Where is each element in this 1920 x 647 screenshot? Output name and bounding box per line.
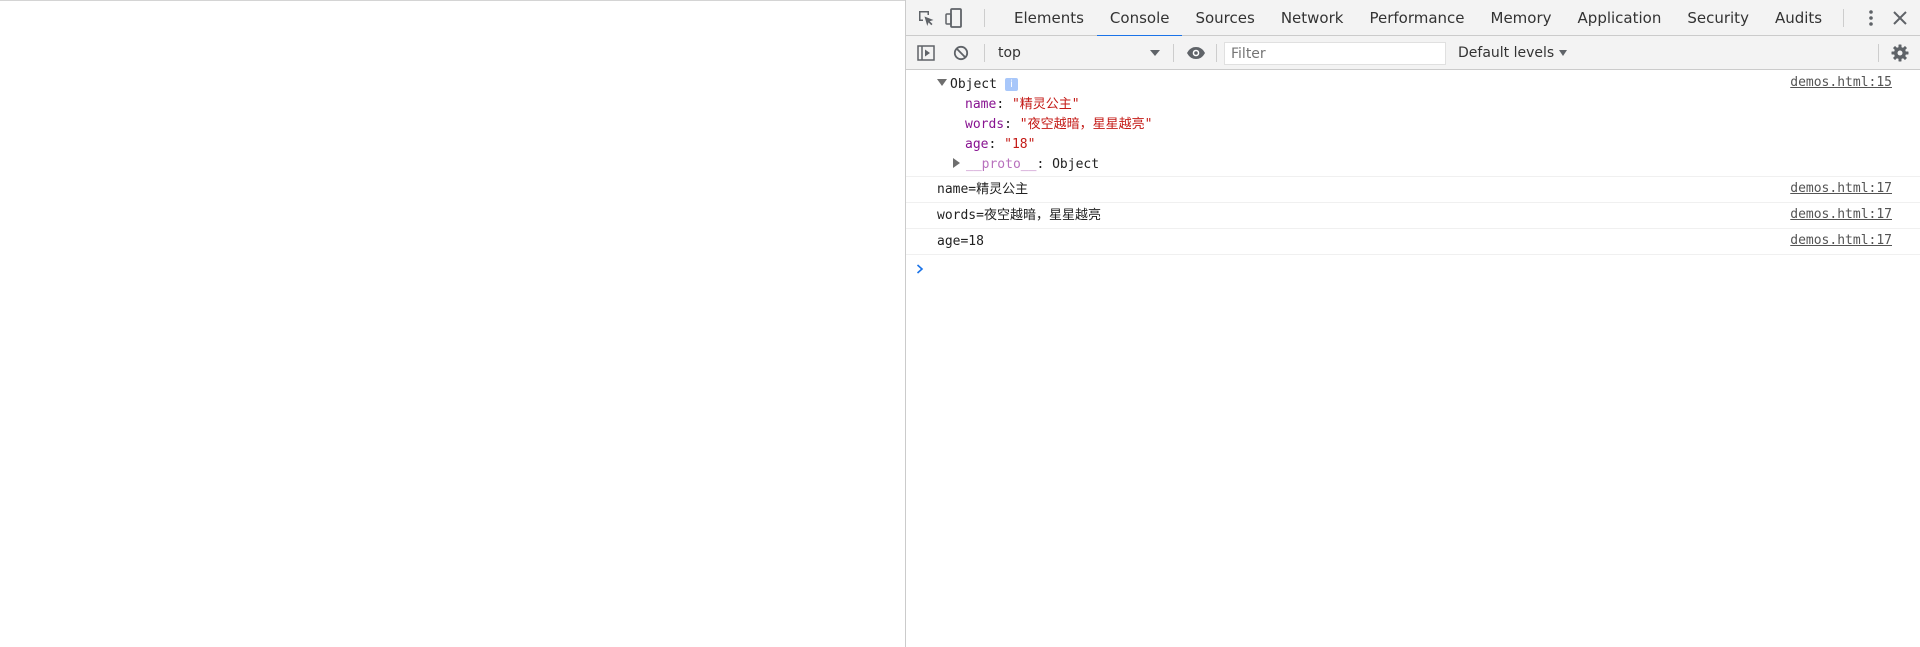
filter-input[interactable] xyxy=(1224,42,1446,65)
source-link[interactable]: demos.html:15 xyxy=(1790,75,1892,90)
eye-icon xyxy=(1187,47,1205,59)
object-property: age: "18" xyxy=(965,137,1036,152)
property-value: "精灵公主" xyxy=(1011,97,1080,112)
clear-icon xyxy=(953,45,969,61)
tab-application[interactable]: Application xyxy=(1565,0,1675,36)
clear-console-button[interactable] xyxy=(949,41,973,65)
object-label: Object xyxy=(950,77,997,92)
device-toolbar-button[interactable] xyxy=(942,6,966,30)
console-message-object: Object i name: "精灵公主" words: "夜空越暗，星星越亮" … xyxy=(906,71,1920,177)
devtools-panel: Elements Console Sources Network Perform… xyxy=(905,0,1920,647)
console-message: name=精灵公主 demos.html:17 xyxy=(906,177,1920,203)
tab-memory[interactable]: Memory xyxy=(1478,0,1565,36)
tab-console[interactable]: Console xyxy=(1096,0,1183,37)
tab-elements[interactable]: Elements xyxy=(1001,0,1097,36)
console-messages: Object i name: "精灵公主" words: "夜空越暗，星星越亮" … xyxy=(906,71,1920,283)
tab-audits[interactable]: Audits xyxy=(1762,0,1835,36)
tab-sources[interactable]: Sources xyxy=(1182,0,1267,36)
log-levels-dropdown[interactable]: Default levels xyxy=(1458,42,1568,64)
sidebar-toggle-icon xyxy=(917,45,935,61)
toolbar-separator xyxy=(1878,44,1879,62)
expand-arrow-right-icon xyxy=(953,158,960,168)
proto-key: __proto__ xyxy=(966,157,1037,172)
console-toolbar: top Default levels xyxy=(906,36,1920,70)
toolbar-separator xyxy=(984,44,985,62)
console-message: words=夜空越暗，星星越亮 demos.html:17 xyxy=(906,203,1920,229)
prompt-chevron-icon xyxy=(916,264,924,274)
console-prompt[interactable] xyxy=(916,257,936,281)
proto-value: Object xyxy=(1052,157,1100,172)
live-expression-button[interactable] xyxy=(1184,41,1208,65)
close-devtools-button[interactable] xyxy=(1888,6,1912,30)
toolbar-separator xyxy=(1173,44,1174,62)
show-sidebar-button[interactable] xyxy=(914,41,938,65)
property-key: name xyxy=(965,97,997,112)
console-message: age=18 demos.html:17 xyxy=(906,229,1920,255)
customize-devtools-button[interactable] xyxy=(1859,6,1883,30)
devtools-tabbar: Elements Console Sources Network Perform… xyxy=(906,0,1920,37)
source-link[interactable]: demos.html:17 xyxy=(1790,207,1892,222)
info-icon[interactable]: i xyxy=(1004,78,1018,91)
object-tree-root[interactable]: Object i xyxy=(937,75,1018,95)
object-property: name: "精灵公主" xyxy=(965,97,1080,112)
tabbar-separator xyxy=(984,9,985,27)
property-key: words xyxy=(965,117,1005,132)
inspect-icon xyxy=(919,11,934,26)
object-property: words: "夜空越暗，星星越亮" xyxy=(965,117,1153,132)
inspect-element-button[interactable] xyxy=(914,6,938,30)
panel-tabs: Elements Console Sources Network Perform… xyxy=(1001,0,1835,37)
tab-security[interactable]: Security xyxy=(1674,0,1762,36)
expand-arrow-down-icon xyxy=(937,79,947,86)
message-text: words=夜空越暗，星星越亮 xyxy=(937,208,1101,223)
device-mode-icon xyxy=(945,8,962,28)
console-prompt-row[interactable] xyxy=(906,255,1920,283)
close-icon xyxy=(1893,11,1907,25)
console-settings-button[interactable] xyxy=(1888,41,1912,65)
more-vertical-icon xyxy=(1869,10,1873,26)
source-link[interactable]: demos.html:17 xyxy=(1790,233,1892,248)
context-selector[interactable]: top xyxy=(994,42,1164,64)
tab-network[interactable]: Network xyxy=(1268,0,1357,36)
property-value: "18" xyxy=(1004,137,1036,152)
property-key: age xyxy=(965,137,989,152)
gear-icon xyxy=(1891,44,1909,62)
object-proto[interactable]: __proto__: Object xyxy=(953,155,1099,175)
inspected-page xyxy=(0,0,905,647)
tab-performance[interactable]: Performance xyxy=(1356,0,1477,36)
toolbar-separator xyxy=(1216,44,1217,62)
context-value: top xyxy=(998,45,1021,61)
property-value: "夜空越暗，星星越亮" xyxy=(1019,117,1153,132)
dropdown-arrow-icon xyxy=(1150,50,1160,56)
message-text: name=精灵公主 xyxy=(937,182,1029,197)
log-levels-label: Default levels xyxy=(1458,45,1555,61)
source-link[interactable]: demos.html:17 xyxy=(1790,181,1892,196)
tabbar-separator xyxy=(1843,9,1844,27)
dropdown-arrow-icon xyxy=(1559,50,1568,56)
message-text: age=18 xyxy=(937,234,984,249)
